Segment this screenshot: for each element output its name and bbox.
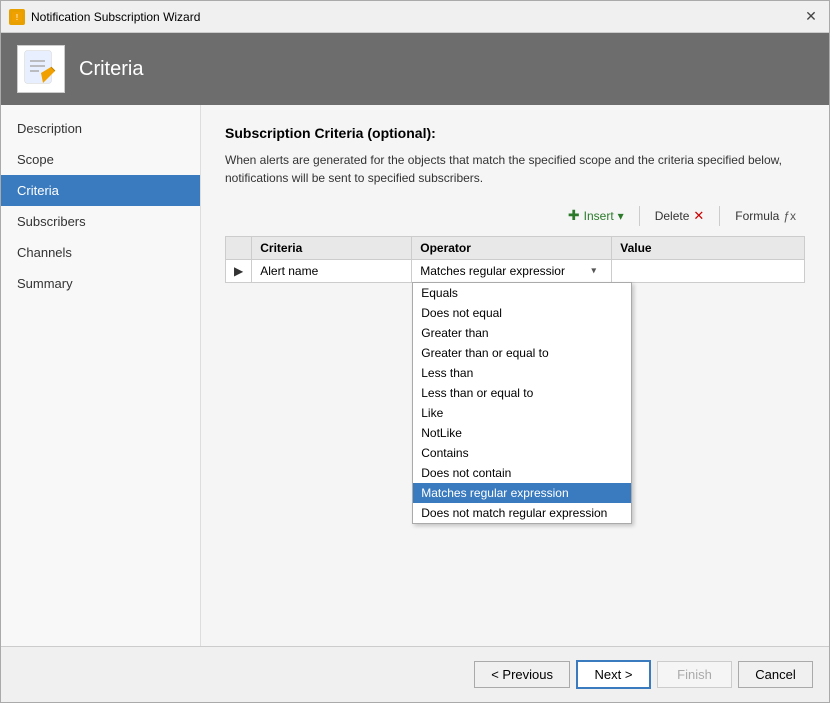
svg-text:!: ! [16,13,18,22]
main-window: ! Notification Subscription Wizard ✕ Cri… [0,0,830,703]
dropdown-item-less-than-or-equal[interactable]: Less than or equal to [413,383,631,403]
body: Description Scope Criteria Subscribers C… [1,105,829,646]
toolbar: ✚ Insert ▾ Delete ✕ Formula ƒx [225,203,805,228]
next-button[interactable]: Next > [576,660,651,689]
insert-dropdown-arrow: ▾ [618,209,624,223]
plus-icon: ✚ [568,207,580,224]
app-icon: ! [9,9,25,25]
close-button[interactable]: ✕ [801,7,821,27]
formula-label: Formula [735,209,779,223]
header-banner: Criteria [1,33,829,105]
col-header-operator: Operator [412,237,612,260]
col-header-value: Value [612,237,805,260]
sidebar: Description Scope Criteria Subscribers C… [1,105,201,646]
finish-button[interactable]: Finish [657,661,732,688]
sidebar-item-channels[interactable]: Channels [1,237,200,268]
dropdown-item-contains[interactable]: Contains [413,443,631,463]
sidebar-item-scope[interactable]: Scope [1,144,200,175]
formula-icon: ƒx [783,209,796,223]
previous-button[interactable]: < Previous [474,661,570,688]
window-title: Notification Subscription Wizard [31,10,801,24]
table-row: ▶ Alert name Matches regular expressior … [226,260,805,283]
sidebar-item-subscribers[interactable]: Subscribers [1,206,200,237]
header-title: Criteria [79,58,143,81]
col-header-criteria: Criteria [252,237,412,260]
dropdown-item-does-not-equal[interactable]: Does not equal [413,303,631,323]
cancel-button[interactable]: Cancel [738,661,813,688]
description-text: When alerts are generated for the object… [225,151,805,187]
insert-label: Insert [584,209,614,223]
toolbar-divider-1 [639,206,640,226]
insert-button[interactable]: ✚ Insert ▾ [559,203,633,228]
formula-button[interactable]: Formula ƒx [726,205,805,227]
toolbar-divider-2 [719,206,720,226]
dropdown-item-does-not-contain[interactable]: Does not contain [413,463,631,483]
operator-dropdown-list[interactable]: Equals Does not equal Greater than Great… [412,282,632,524]
row-arrow: ▶ [226,260,252,283]
dropdown-item-greater-than[interactable]: Greater than [413,323,631,343]
criteria-table: Criteria Operator Value ▶ Alert name Mat [225,236,805,283]
sidebar-item-summary[interactable]: Summary [1,268,200,299]
delete-label: Delete [655,209,690,223]
dropdown-item-does-not-match-regex[interactable]: Does not match regular expression [413,503,631,523]
footer: < Previous Next > Finish Cancel [1,646,829,702]
section-title: Subscription Criteria (optional): [225,125,805,141]
operator-dropdown-arrow: ▾ [591,266,596,277]
dropdown-item-less-than[interactable]: Less than [413,363,631,383]
operator-select-wrapper: Matches regular expressior ▾ [420,264,600,278]
delete-button[interactable]: Delete ✕ [646,204,714,228]
sidebar-item-description[interactable]: Description [1,113,200,144]
dropdown-item-equals[interactable]: Equals [413,283,631,303]
operator-display: Matches regular expressior [420,264,565,278]
delete-x-icon: ✕ [693,208,704,224]
col-header-arrow [226,237,252,260]
titlebar: ! Notification Subscription Wizard ✕ [1,1,829,33]
header-icon [17,45,65,93]
value-cell [612,260,805,283]
dropdown-item-notlike[interactable]: NotLike [413,423,631,443]
main-content: Subscription Criteria (optional): When a… [201,105,829,646]
criteria-value: Alert name [260,264,318,278]
criteria-cell: Alert name [252,260,412,283]
dropdown-item-greater-than-or-equal[interactable]: Greater than or equal to [413,343,631,363]
dropdown-item-matches-regex[interactable]: Matches regular expression [413,483,631,503]
sidebar-item-criteria[interactable]: Criteria [1,175,200,206]
operator-cell[interactable]: Matches regular expressior ▾ Equals Does… [412,260,612,283]
dropdown-item-like[interactable]: Like [413,403,631,423]
